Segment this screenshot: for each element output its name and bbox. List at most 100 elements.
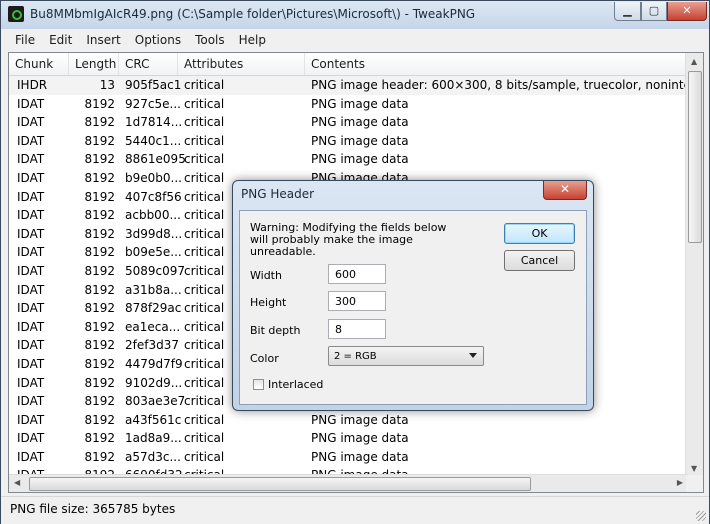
dialog-close-button[interactable]: ✕ (543, 181, 587, 200)
cell-chunk: IHDR (17, 78, 48, 92)
cell-chunk: IDAT (17, 375, 45, 390)
width-field[interactable]: 600 (328, 264, 386, 284)
cell-contents: PNG image data (311, 152, 409, 167)
cell-chunk: IDAT (17, 356, 45, 371)
chunk-row[interactable]: IDAT 8192 927c5e... critical PNG image data (9, 95, 688, 114)
height-field[interactable]: 300 (328, 291, 386, 311)
cell-attributes: critical (184, 394, 225, 409)
cell-chunk: IDAT (17, 301, 45, 316)
tweakpng-app-icon[interactable] (8, 6, 24, 22)
menu-file[interactable]: File (8, 30, 42, 47)
maximize-button[interactable]: ▢ (641, 2, 667, 21)
chunk-row[interactable]: IDAT 8192 a43f561c critical PNG image data (9, 411, 688, 430)
cell-contents: PNG image data (311, 431, 409, 446)
cancel-button[interactable]: Cancel (504, 250, 575, 271)
chunk-row[interactable]: IDAT 8192 1d7814... critical PNG image data (9, 113, 688, 132)
width-label: Width (250, 269, 282, 282)
cell-crc: 4479d7f9 (125, 356, 183, 371)
cell-length: 8192 (84, 375, 115, 390)
menu-insert[interactable]: Insert (79, 30, 127, 47)
color-select-value: 2 = RGB (334, 351, 377, 362)
cell-length: 8192 (84, 412, 115, 427)
cell-attributes: critical (184, 431, 225, 446)
vertical-scrollbar[interactable]: ▲ ▼ (685, 53, 703, 476)
ok-button[interactable]: OK (504, 223, 575, 244)
column-attributes[interactable]: Attributes (178, 53, 305, 75)
menu-options[interactable]: Options (128, 30, 188, 47)
cell-length: 8192 (84, 449, 115, 464)
cell-attributes: critical (184, 133, 225, 148)
title-bar[interactable]: Bu8MMbmIgAIcR49.png (C:\Sample folder\Pi… (1, 1, 709, 29)
interlaced-checkbox[interactable] (253, 379, 264, 390)
cell-crc: 407c8f56 (125, 189, 182, 204)
cell-chunk: IDAT (17, 152, 45, 167)
cell-length: 13 (99, 78, 115, 92)
column-length[interactable]: Length (69, 53, 119, 75)
resize-grip-icon[interactable] (696, 511, 706, 521)
column-chunk[interactable]: Chunk (9, 53, 69, 75)
height-label: Height (250, 296, 287, 309)
cell-length: 8192 (84, 301, 115, 316)
cell-chunk: IDAT (17, 189, 45, 204)
color-label: Color (250, 352, 279, 365)
minimize-button[interactable]: ▁ (614, 2, 641, 21)
cell-length: 8192 (84, 319, 115, 334)
chunk-row[interactable]: IDAT 8192 a57d3c... critical PNG image data (9, 448, 688, 467)
interlaced-label[interactable]: Interlaced (268, 378, 323, 391)
cell-length: 8192 (84, 133, 115, 148)
cell-length: 8192 (84, 170, 115, 185)
cell-crc: 878f29ac (125, 301, 182, 316)
cell-crc: 3d99d8... (125, 226, 183, 241)
color-select[interactable]: 2 = RGB (328, 346, 484, 366)
scroll-up-icon[interactable]: ▲ (691, 57, 697, 66)
cell-crc: a31b8a... (125, 282, 182, 297)
horizontal-scrollbar[interactable]: ◀ ▶ (9, 474, 688, 492)
cell-chunk: IDAT (17, 263, 45, 278)
cell-chunk: IDAT (17, 449, 45, 464)
cell-length: 8192 (84, 356, 115, 371)
cell-crc: acbb00... (125, 208, 181, 223)
cell-chunk: IDAT (17, 170, 45, 185)
column-crc[interactable]: CRC (119, 53, 178, 75)
cell-chunk: IDAT (17, 394, 45, 409)
vertical-scroll-thumb[interactable] (688, 71, 702, 243)
cell-attributes: critical (184, 356, 225, 371)
chunk-row[interactable]: IDAT 8192 5440c1... critical PNG image data (9, 132, 688, 151)
cell-chunk: IDAT (17, 431, 45, 446)
menu-bar: File Edit Insert Options Tools Help (8, 30, 702, 50)
cell-attributes: critical (184, 263, 225, 278)
cell-length: 8192 (84, 208, 115, 223)
cell-crc: a43f561c (125, 412, 182, 427)
menu-edit[interactable]: Edit (42, 30, 79, 47)
cell-chunk: IDAT (17, 226, 45, 241)
cell-length: 8192 (84, 152, 115, 167)
horizontal-scroll-thumb[interactable] (29, 477, 531, 491)
column-header: Chunk Length CRC Attributes Contents (9, 53, 688, 76)
cell-attributes: critical (184, 226, 225, 241)
chunk-row[interactable]: IDAT 8192 1ad8a9... critical PNG image data (9, 429, 688, 448)
scroll-left-icon[interactable]: ◀ (14, 478, 20, 487)
cell-chunk: IDAT (17, 208, 45, 223)
cell-contents: PNG image header: 600×300, 8 bits/sample… (311, 78, 704, 92)
cell-attributes: critical (184, 301, 225, 316)
bit-depth-field[interactable]: 8 (328, 319, 386, 339)
cell-attributes: critical (184, 449, 225, 464)
close-button[interactable]: ✕ (667, 2, 707, 21)
chunk-row[interactable]: IDAT 8192 8861e095 critical PNG image data (9, 150, 688, 169)
cell-crc: 927c5e... (125, 96, 181, 111)
cell-chunk: IDAT (17, 412, 45, 427)
dialog-body: Warning: Modifying the fields below will… (239, 210, 587, 405)
cell-length: 8192 (84, 263, 115, 278)
chunk-row[interactable]: IHDR 13 905f5ac1 critical PNG image header: … (9, 76, 703, 95)
cell-attributes: critical (184, 208, 225, 223)
menu-help[interactable]: Help (232, 30, 273, 47)
scroll-down-icon[interactable]: ▼ (691, 464, 697, 473)
menu-tools[interactable]: Tools (188, 30, 232, 47)
scroll-right-icon[interactable]: ▶ (677, 478, 683, 487)
column-contents[interactable]: Contents (305, 53, 688, 75)
cell-contents: PNG image data (311, 96, 409, 111)
cell-crc: 8861e095 (125, 152, 186, 167)
cell-attributes: critical (184, 115, 225, 130)
cell-length: 8192 (84, 96, 115, 111)
cell-crc: 1d7814... (125, 115, 183, 130)
